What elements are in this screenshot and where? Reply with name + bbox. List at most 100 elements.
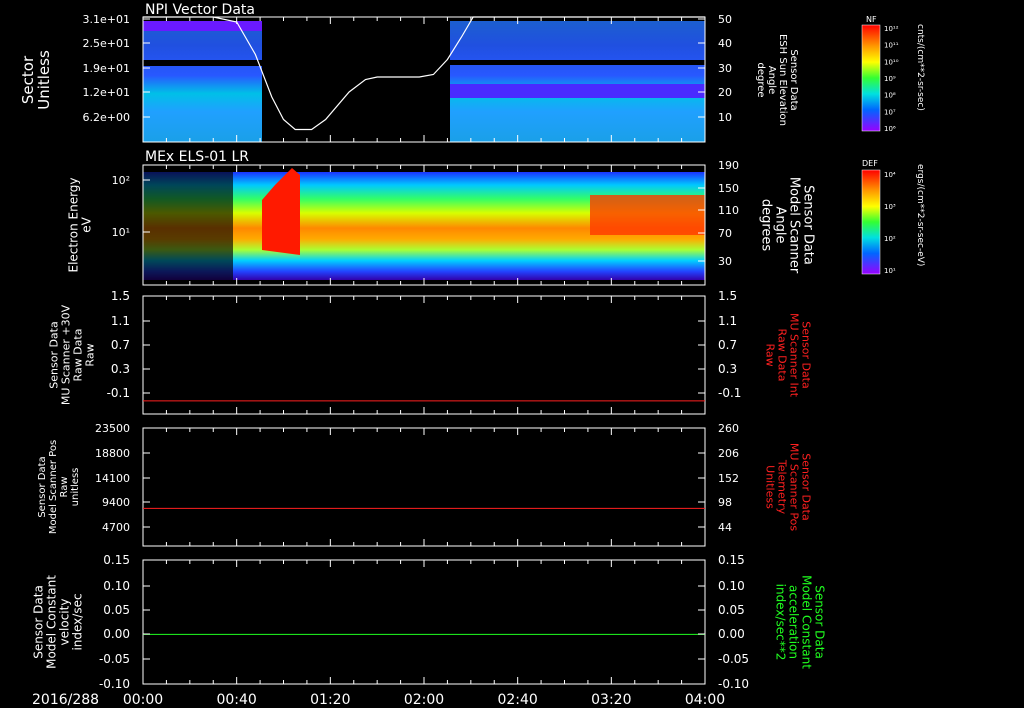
right-tick-label: 0.15 (718, 553, 745, 567)
left-tick-label: 1.9e+01 (83, 62, 130, 75)
left-axis-title: SectorUnitless (19, 50, 53, 110)
left-tick-label: 10¹ (112, 226, 130, 239)
left-axis-title-line: Sensor Data (32, 585, 46, 659)
right-tick-label: 152 (718, 472, 739, 485)
time-tick-label: 00:40 (216, 692, 256, 708)
date-label: 2016/288 (32, 692, 99, 708)
right-tick-label: 70 (718, 227, 732, 240)
left-axis-title-line: Raw (84, 343, 97, 366)
right-tick-label: -0.1 (718, 386, 741, 400)
right-axis-title: Sensor DataMU Scanner IntRaw DataRaw (763, 313, 812, 398)
time-tick-label: 02:40 (497, 692, 537, 708)
time-tick-label: 01:20 (310, 692, 350, 708)
left-axis-title: Sensor Data Model Scanner Pos Raw unitless (37, 440, 81, 534)
colorbar-els-label: DEF (862, 159, 878, 168)
left-tick-label: 23500 (95, 422, 130, 435)
colorbar-tick-label: 10⁹ (884, 75, 896, 83)
right-axis-title-line: Angle (766, 66, 777, 94)
left-axis-title-line: Electron Energy (67, 177, 81, 272)
right-tick-label: 20 (718, 86, 732, 99)
colorbar-els-units: ergs/(cm**2-sr-sec-eV) (915, 164, 925, 266)
left-tick-label: 0.05 (103, 603, 130, 617)
right-tick-label: 0.10 (718, 579, 745, 593)
right-tick-label: 0.7 (718, 338, 737, 352)
right-axis-title-line: Sensor Data (788, 49, 799, 110)
colorbar-tick-label: 10³ (884, 203, 896, 211)
left-tick-label: 9400 (102, 496, 130, 509)
right-tick-label: 190 (718, 159, 739, 172)
right-tick-label: 0.00 (718, 627, 745, 641)
left-axis-title-line: unitless (70, 468, 81, 507)
model-constant-frame (142, 559, 706, 685)
colorbar-npi-units: cnts/(cm**2-sr-sec) (915, 24, 925, 111)
left-tick-label: -0.05 (99, 652, 130, 666)
panel-els: MEx ELS-01 LR 10² 10¹ 190 150 110 70 30 (112, 149, 739, 286)
model-constant-left-axis: 0.15 0.10 0.05 0.00 -0.05 -0.10 (99, 553, 706, 691)
npi-spectrogram-block-2 (450, 21, 705, 142)
left-tick-label: -0.1 (107, 386, 130, 400)
right-axis-title: Sensor DataESH Sun ElevationAngledegree (755, 34, 799, 126)
colorbar-els-gradient (861, 169, 881, 275)
right-tick-label: 0.3 (718, 362, 737, 376)
colorbar-tick-label: 10¹² (884, 25, 899, 33)
els-red-band-late (590, 195, 705, 235)
left-axis-title-line: Model Scanner Pos (48, 440, 59, 534)
left-tick-label: 0.15 (103, 553, 130, 567)
right-axis-title-line: degree (755, 62, 766, 97)
left-tick-label: 3.1e+01 (83, 13, 130, 26)
left-tick-label: 1.5 (111, 289, 130, 303)
colorbar-tick-label: 10¹ (884, 267, 896, 275)
right-tick-label: -0.10 (718, 677, 749, 691)
colorbar-tick-label: 10² (884, 235, 896, 243)
left-tick-label: 6.2e+00 (83, 111, 130, 124)
left-axis-title-line: Sensor Data (37, 456, 48, 517)
left-tick-label: 10² (112, 174, 130, 187)
left-tick-label: 1.2e+01 (83, 86, 130, 99)
colorbar-tick-label: 10⁸ (884, 92, 896, 100)
colorbar-npi-label: NF (866, 15, 877, 24)
model-constant-right-axis: 0.15 0.10 0.05 0.00 -0.05 -0.10 (698, 553, 749, 691)
right-axis-title-line: degrees (759, 199, 774, 252)
colorbar-tick-label: 10¹¹ (884, 42, 899, 50)
time-tick-label: 02:00 (404, 692, 444, 708)
left-tick-label: 0.00 (103, 627, 130, 641)
right-tick-label: 1.5 (718, 289, 737, 303)
left-tick-label: 2.5e+01 (83, 37, 130, 50)
right-axis-title-line: Unitless (763, 465, 776, 509)
time-tick-label: 04:00 (685, 692, 725, 708)
scanner-pos-left-axis: 23500 18800 14100 9400 4700 (95, 422, 706, 546)
left-axis-title-line: eV (80, 216, 94, 232)
colorbar-npi-ticks: 10¹² 10¹¹ 10¹⁰ 10⁹ 10⁸ 10⁷ 10⁶ (884, 25, 899, 133)
right-axis-title-line: Raw (763, 343, 776, 366)
time-axis: 2016/288 00:00 00:40 01:20 02:00 02:40 03:20 0… (32, 692, 725, 708)
right-axis-title: Sensor DataModel ScannerAngledegrees (759, 177, 816, 274)
right-tick-label: 40 (718, 37, 732, 50)
right-axis-title-line: Angle (773, 207, 788, 244)
plot-canvas: NPI Vector Data 3.1e+01 2.5e+01 1.9e+01 1.2… (19, 2, 925, 708)
left-axis-title: Sensor Data MU Scanner +30V Raw Data Raw (48, 304, 97, 405)
colorbar-tick-label: 10⁷ (884, 108, 896, 116)
right-axis-title: Sensor DataModel Constantaccelerationind… (774, 575, 827, 669)
panel-scanner-pos: 23500 18800 14100 9400 4700 260 206 152 98 44 (95, 422, 739, 547)
colorbar-npi: NF 10¹² 10¹¹ 10¹⁰ 10⁹ 10⁸ 10⁷ 10⁶ cnts/(cm**2-… (861, 15, 925, 133)
right-axis-title-line: index/sec**2 (774, 584, 788, 661)
right-tick-label: 260 (718, 422, 739, 435)
left-tick-label: 0.10 (103, 579, 130, 593)
els-low-count-region (143, 172, 233, 280)
colorbar-els: DEF 10⁴ 10³ 10² 10¹ ergs/(cm**2-sr-sec-eV) (861, 159, 925, 275)
left-tick-label: 0.3 (111, 362, 130, 376)
right-tick-label: 50 (718, 13, 732, 26)
time-tick-label: 03:20 (591, 692, 631, 708)
npi-gap-stripe-1 (143, 60, 262, 66)
right-tick-label: 30 (718, 255, 732, 268)
npi-spectrogram-top-band-1 (143, 21, 262, 31)
left-axis-title-line: Raw (59, 476, 70, 497)
colorbar-tick-label: 10¹⁰ (884, 58, 899, 66)
npi-gap-stripe-2 (450, 60, 705, 65)
mu-raw-left-axis: 1.5 1.1 0.7 0.3 -0.1 (107, 289, 706, 414)
left-axis-title-line: velocity (58, 599, 72, 646)
scanner-pos-right-axis: 260 206 152 98 44 (698, 422, 739, 534)
left-tick-label: 14100 (95, 472, 130, 485)
right-axis-title-line: acceleration (787, 585, 801, 659)
panel-npi: NPI Vector Data 3.1e+01 2.5e+01 1.9e+01 1.2… (83, 2, 732, 143)
